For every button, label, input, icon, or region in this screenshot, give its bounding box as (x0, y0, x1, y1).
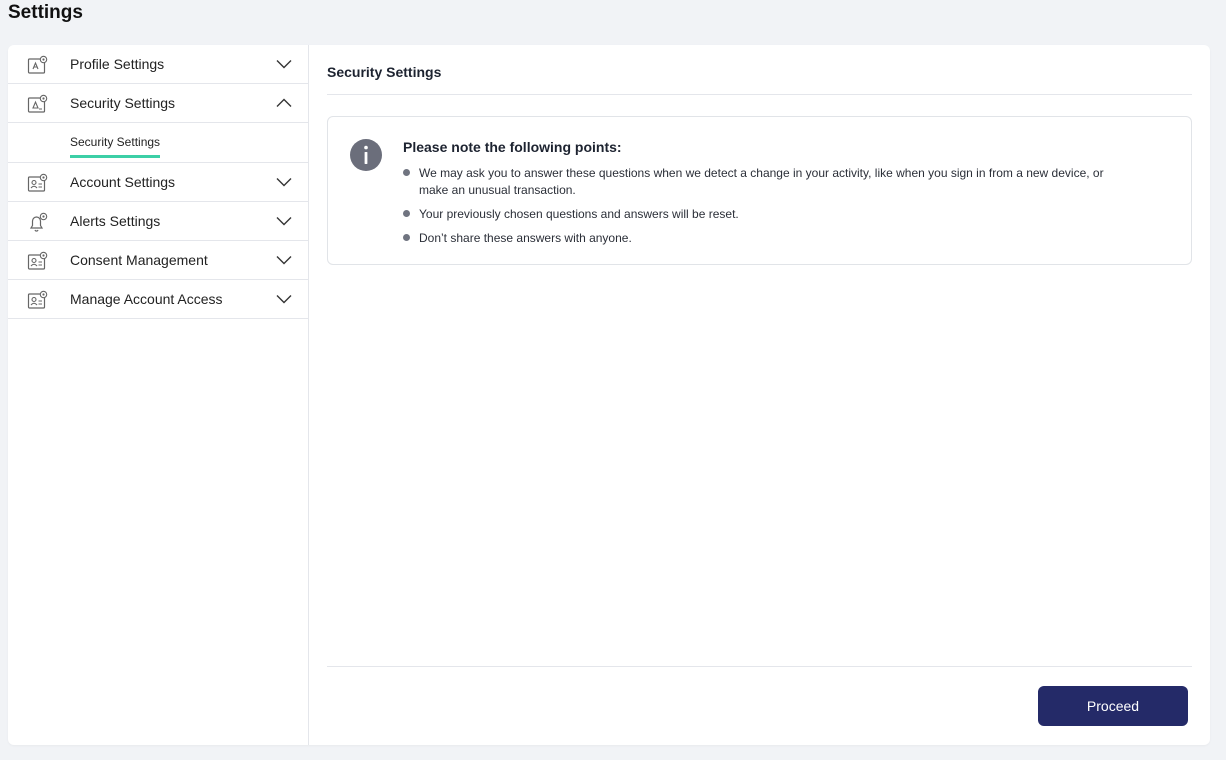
sidebar-item-label: Account Settings (70, 174, 176, 190)
sidebar-item-consent-management[interactable]: Consent Management (8, 241, 308, 280)
bullet-icon (403, 234, 410, 241)
bullet-icon (403, 169, 410, 176)
chevron-down-icon[interactable] (276, 214, 292, 228)
settings-sidebar: Profile Settings Security Settings Secur… (8, 45, 309, 745)
section-title: Security Settings (327, 64, 442, 80)
sidebar-item-alerts-settings[interactable]: Alerts Settings (8, 202, 308, 241)
proceed-button[interactable]: Proceed (1038, 686, 1188, 726)
list-item: Don’t share these answers with anyone. (403, 230, 1123, 247)
account-access-icon (27, 290, 48, 309)
sidebar-subitem-security-settings[interactable]: Security Settings (70, 135, 161, 158)
profile-settings-icon (27, 55, 48, 74)
info-note-box: Please note the following points: We may… (327, 116, 1192, 265)
divider (327, 666, 1192, 667)
sidebar-item-label: Manage Account Access (70, 291, 223, 307)
divider (327, 94, 1192, 95)
bullet-icon (403, 210, 410, 217)
note-heading: Please note the following points: (403, 139, 622, 155)
chevron-down-icon[interactable] (276, 57, 292, 71)
main-panel: Security Settings Please note the follow… (309, 45, 1210, 745)
list-item: Your previously chosen questions and ans… (403, 206, 1123, 223)
sidebar-item-label: Alerts Settings (70, 213, 161, 229)
chevron-up-icon[interactable] (276, 96, 292, 110)
note-point-text: Your previously chosen questions and ans… (419, 207, 739, 221)
list-item: We may ask you to answer these questions… (403, 165, 1123, 199)
chevron-down-icon[interactable] (276, 292, 292, 306)
consent-settings-icon (27, 251, 48, 270)
security-settings-icon (27, 94, 48, 113)
chevron-down-icon[interactable] (276, 253, 292, 267)
bell-settings-icon (29, 212, 48, 232)
page-title: Settings (8, 2, 83, 23)
sidebar-subitem-row: Security Settings (8, 123, 308, 163)
sidebar-item-profile-settings[interactable]: Profile Settings (8, 45, 308, 84)
info-icon (350, 139, 382, 171)
sidebar-item-label: Consent Management (70, 252, 208, 268)
sidebar-item-manage-account-access[interactable]: Manage Account Access (8, 280, 308, 319)
note-point-text: Don’t share these answers with anyone. (419, 231, 632, 245)
sidebar-item-label: Security Settings (70, 95, 176, 111)
note-points-list: We may ask you to answer these questions… (403, 165, 1123, 254)
account-settings-icon (27, 173, 48, 192)
chevron-down-icon[interactable] (276, 175, 292, 189)
settings-card: Profile Settings Security Settings Secur… (8, 45, 1210, 745)
sidebar-item-account-settings[interactable]: Account Settings (8, 163, 308, 202)
sidebar-item-security-settings[interactable]: Security Settings (8, 84, 308, 123)
sidebar-item-label: Profile Settings (70, 56, 165, 72)
note-point-text: We may ask you to answer these questions… (419, 166, 1104, 197)
